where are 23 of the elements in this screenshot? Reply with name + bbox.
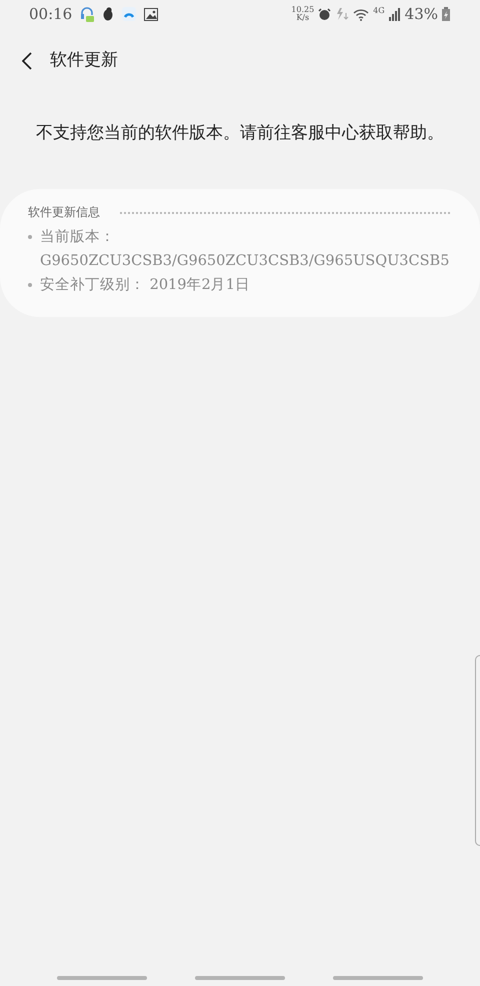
headset-icon [80,6,94,22]
network-type: 4G [373,4,385,15]
back-button[interactable] [22,52,32,70]
page-title: 软件更新 [50,49,118,72]
network-speed: 10.25 [291,6,314,14]
section-title: 软件更新信息 [28,204,100,221]
signal-icon [388,8,401,20]
unsupported-message: 不支持您当前的软件版本。请前往客服中心获取帮助。 [35,122,445,145]
data-saver-icon [335,7,350,21]
gesture-hint[interactable] [57,976,147,980]
gesture-hint[interactable] [195,976,285,980]
battery-percent: 43% [404,4,438,25]
gesture-hint[interactable] [333,976,423,980]
info-item: 当前版本：G9650ZCU3CSB3/G9650ZCU3CSB3/G965USQU3CSB5 [28,225,450,273]
info-item: 安全补丁级别： 2019年2月1日 [28,273,450,297]
wifi-icon [353,8,370,20]
clock-time: 00:16 [29,4,72,25]
alarm-icon [318,8,332,20]
image-icon [144,8,158,20]
app-icon [122,7,136,21]
edge-panel-handle[interactable] [475,655,480,846]
battery-icon [442,7,450,21]
speed-unit: K/s [295,14,310,22]
